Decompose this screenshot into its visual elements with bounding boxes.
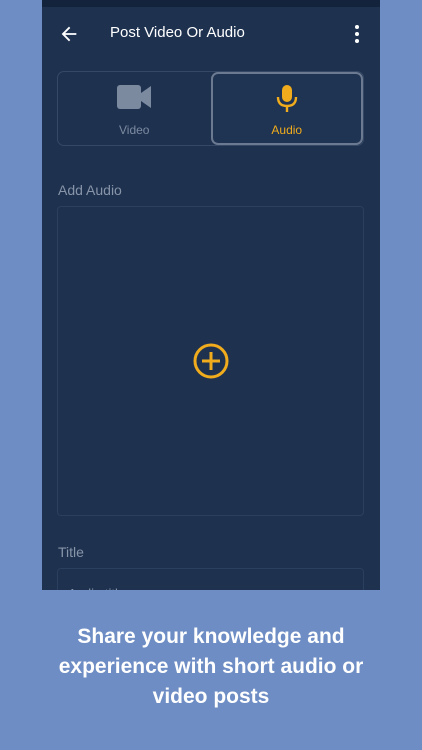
caption-line: experience with short audio or — [58, 655, 364, 678]
phone-screen: Post Video Or Audio Video Audio Add Audi… — [42, 0, 380, 590]
app-bar: Post Video Or Audio — [42, 7, 380, 62]
media-type-tabs: Video Audio — [57, 71, 364, 146]
tab-audio-label: Audio — [271, 123, 303, 137]
tab-video-label: Video — [119, 123, 150, 137]
videocam-icon — [117, 85, 152, 109]
title-label: Title — [58, 544, 84, 560]
add-circle-icon[interactable] — [192, 342, 230, 380]
caption-line: video posts — [152, 685, 270, 708]
add-audio-label: Add Audio — [58, 182, 122, 198]
more-vert-icon[interactable] — [348, 22, 366, 46]
tab-audio[interactable]: Audio — [210, 72, 363, 145]
title-field-wrapper — [57, 568, 364, 590]
caption-line: Share your knowledge and — [77, 625, 345, 648]
promo-caption: Share your knowledge and experience with… — [0, 622, 422, 712]
title-input[interactable] — [68, 583, 348, 590]
tab-video[interactable]: Video — [58, 72, 211, 145]
page-title: Post Video Or Audio — [110, 24, 245, 41]
mic-icon — [276, 85, 297, 112]
status-bar — [42, 0, 380, 7]
add-audio-dropzone[interactable] — [57, 206, 364, 516]
arrow-left-icon[interactable] — [58, 23, 80, 45]
